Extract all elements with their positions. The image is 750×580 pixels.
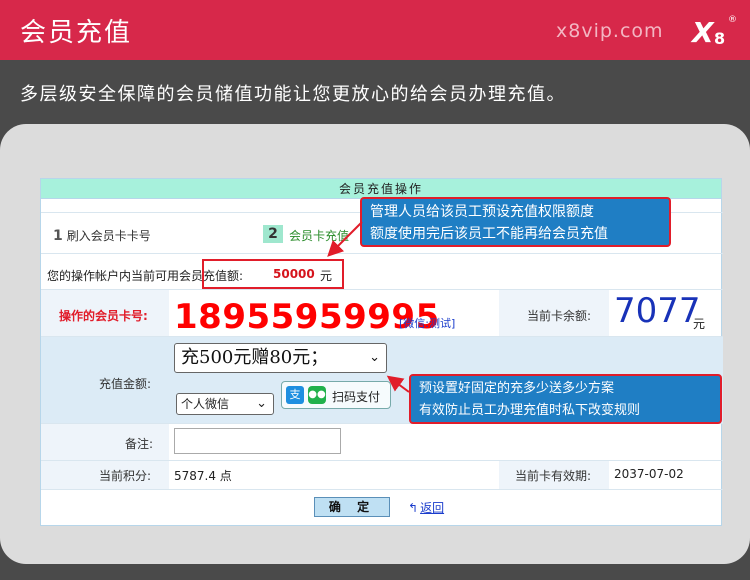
back-link-label: 返回 <box>420 501 445 515</box>
balance-unit: 元 <box>320 269 333 283</box>
page-title: 会员充值 <box>20 18 133 48</box>
chevron-down-icon: ⌄ <box>256 396 267 411</box>
balance-value: 50000 <box>273 267 315 281</box>
chevron-down-icon: ⌄ <box>369 350 380 365</box>
divider <box>41 253 723 254</box>
remark-input[interactable] <box>174 428 341 454</box>
permission-note: 管理人员给该员工预设充值权限额度 额度使用完后该员工不能再给会员充值 <box>360 197 671 247</box>
wechat-pay-icon: ●● <box>308 386 326 404</box>
card-balance-label: 当前卡余额: <box>527 309 592 323</box>
scan-pay-label: 扫码支付 <box>332 390 381 404</box>
step-1-number: 1 <box>53 228 63 244</box>
remark-label: 备注: <box>125 437 154 451</box>
preset-note-line2: 有效防止员工办理充值时私下改变规则 <box>419 403 641 418</box>
preset-note-line1: 预设置好固定的充多少送多少方案 <box>419 381 615 396</box>
card-balance-unit: 元 <box>693 317 706 331</box>
amount-select-value: 充500元赠80元； <box>181 347 329 368</box>
expiry-label: 当前卡有效期: <box>515 469 592 483</box>
points-value: 5787.4 点 <box>174 469 232 483</box>
step-1-label: 刷入会员卡卡号 <box>66 229 151 243</box>
alipay-icon: 支 <box>286 386 304 404</box>
top-bar: 会员充值 x8vip.com X 8 ® <box>0 0 750 60</box>
step-2-label: 会员卡充值 <box>289 229 350 243</box>
svg-text:®: ® <box>728 15 737 25</box>
card-number-label: 操作的会员卡号: <box>59 309 148 323</box>
form-heading: 会员充值操作 <box>41 179 721 199</box>
preset-note: 预设置好固定的充多少送多少方案 有效防止员工办理充值时私下改变规则 <box>409 374 722 424</box>
card-balance-value: 7077 <box>614 291 701 331</box>
card-tag: [微信:测试] <box>399 317 456 330</box>
payment-method-value: 个人微信 <box>181 397 230 411</box>
site-url: x8vip.com <box>556 20 664 42</box>
expiry-value: 2037-07-02 <box>614 467 684 481</box>
svg-text:8: 8 <box>714 29 725 48</box>
svg-text:X: X <box>690 16 715 49</box>
confirm-button[interactable]: 确 定 <box>314 497 390 517</box>
divider <box>41 489 723 490</box>
payment-method-select[interactable]: 个人微信 ⌄ <box>176 393 274 415</box>
back-arrow-icon: ↰ <box>408 501 419 515</box>
subtitle-band: 多层级安全保障的会员储值功能让您更放心的给会员办理充值。 <box>0 60 750 124</box>
step-2-number: 2 <box>263 225 283 243</box>
x8-logo-icon: X 8 ® <box>690 15 737 49</box>
scan-pay-button[interactable]: 支 ●● 扫码支付 <box>281 381 391 409</box>
points-label: 当前积分: <box>99 469 152 483</box>
permission-note-line1: 管理人员给该员工预设充值权限额度 <box>370 204 594 220</box>
step-1: 1 刷入会员卡卡号 <box>53 227 151 244</box>
permission-note-line2: 额度使用完后该员工不能再给会员充值 <box>370 226 608 242</box>
amount-select[interactable]: 充500元赠80元； ⌄ <box>174 343 387 373</box>
back-link[interactable]: ↰ 返回 <box>408 499 444 516</box>
subtitle-text: 多层级安全保障的会员储值功能让您更放心的给会员办理充值。 <box>20 84 566 105</box>
amount-label: 充值金额: <box>99 377 152 391</box>
